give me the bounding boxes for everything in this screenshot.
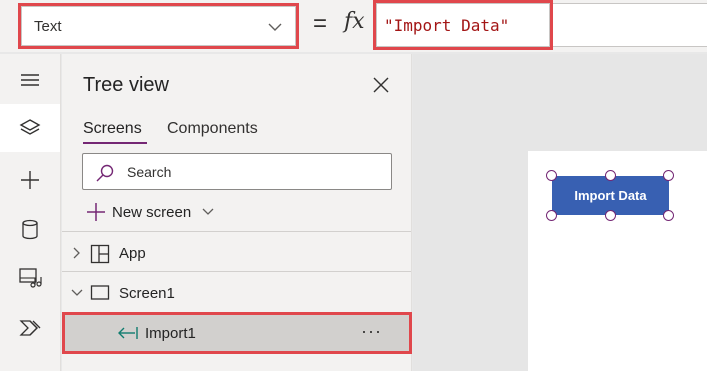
tree-item-app[interactable]: App: [62, 233, 411, 273]
formula-input[interactable]: "Import Data": [373, 0, 553, 50]
resize-handle[interactable]: [605, 210, 616, 221]
search-box: [82, 153, 392, 190]
chevron-down-icon: [268, 23, 282, 31]
property-dropdown[interactable]: Text: [18, 3, 299, 49]
new-screen-button[interactable]: New screen: [86, 201, 215, 223]
resize-handle[interactable]: [663, 170, 674, 181]
more-options-button[interactable]: ···: [361, 321, 382, 342]
chevron-down-icon[interactable]: [71, 287, 83, 299]
left-rail: [0, 54, 61, 371]
divider: [62, 271, 411, 272]
plus-icon: [21, 171, 39, 189]
database-icon: [22, 219, 38, 240]
close-icon[interactable]: [372, 76, 390, 94]
plus-icon: [87, 203, 105, 221]
media-icon: [19, 268, 42, 288]
media-button[interactable]: [0, 254, 60, 302]
search-input[interactable]: [127, 162, 377, 182]
tree-view-button[interactable]: [0, 104, 60, 152]
new-screen-label: New screen: [112, 203, 192, 221]
formula-text: "Import Data": [384, 15, 510, 35]
import-icon: [118, 327, 138, 339]
app-grid-icon: [90, 244, 110, 264]
hamburger-icon: [21, 74, 39, 86]
tree-view-panel: Tree view Screens Components New screen: [62, 54, 412, 371]
resize-handle[interactable]: [663, 210, 674, 221]
tab-screens[interactable]: Screens: [83, 120, 142, 138]
chevron-right-icon[interactable]: [71, 247, 83, 259]
fx-icon[interactable]: fx: [344, 9, 365, 34]
data-button[interactable]: [0, 206, 60, 254]
equals-sign: =: [313, 10, 328, 37]
formula-input-extension[interactable]: [553, 3, 707, 47]
panel-title: Tree view: [83, 74, 169, 96]
active-tab-indicator: [83, 142, 147, 144]
power-automate-button[interactable]: [0, 304, 60, 352]
property-value: Text: [34, 17, 62, 35]
tab-components[interactable]: Components: [167, 120, 258, 138]
resize-handle[interactable]: [605, 170, 616, 181]
divider: [62, 231, 411, 232]
power-automate-icon: [19, 320, 41, 336]
tree-item-label: App: [119, 245, 146, 262]
tree-item-screen1[interactable]: Screen1: [62, 273, 411, 313]
chevron-down-icon: [202, 208, 214, 215]
layers-icon: [19, 119, 41, 135]
screen-icon: [90, 285, 110, 300]
tree-item-import1[interactable]: Import1 ···: [62, 312, 412, 354]
formula-bar: Text = fx "Import Data": [0, 0, 707, 52]
hamburger-menu-button[interactable]: [0, 56, 60, 104]
insert-button[interactable]: [0, 156, 60, 204]
resize-handle[interactable]: [546, 170, 557, 181]
tree-item-label: Screen1: [119, 285, 175, 302]
search-icon: [96, 164, 114, 182]
resize-handle[interactable]: [546, 210, 557, 221]
tree-item-label: Import1: [145, 325, 196, 342]
